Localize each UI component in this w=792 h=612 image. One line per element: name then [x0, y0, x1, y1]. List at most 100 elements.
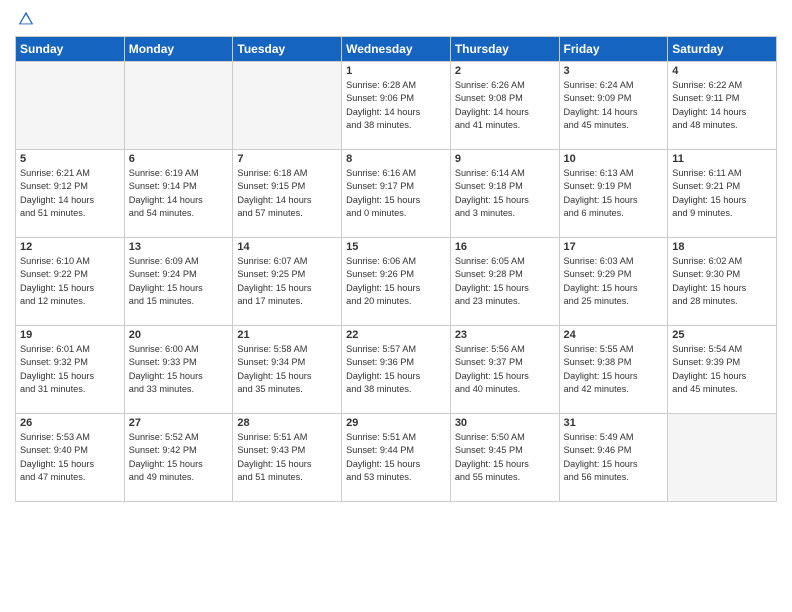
week-row-4: 19 Sunrise: 6:01 AM Sunset: 9:32 PM Dayli… — [16, 326, 777, 414]
column-header-saturday: Saturday — [668, 37, 777, 62]
logo — [15, 10, 35, 28]
day-number: 6 — [129, 153, 229, 165]
day-number: 7 — [237, 153, 337, 165]
day-cell: 2 Sunrise: 6:26 AM Sunset: 9:08 PM Daylig… — [450, 62, 559, 150]
day-cell: 6Sunrise: 6:19 AM Sunset: 9:14 PM Daylig… — [124, 150, 233, 238]
day-detail: Sunrise: 5:53 AM Sunset: 9:40 PM Dayligh… — [20, 431, 120, 484]
day-detail: Sunrise: 6:10 AM Sunset: 9:22 PM Dayligh… — [20, 255, 120, 308]
day-detail: Sunrise: 6:18 AM Sunset: 9:15 PM Dayligh… — [237, 167, 337, 220]
day-number: 13 — [129, 241, 229, 253]
day-number: 15 — [346, 241, 446, 253]
day-cell: 12 Sunrise: 6:10 AM Sunset: 9:22 PM Dayli… — [16, 238, 125, 326]
day-detail: Sunrise: 6:26 AM Sunset: 9:08 PM Dayligh… — [455, 79, 555, 132]
day-detail: Sunrise: 6:03 AM Sunset: 9:29 PM Dayligh… — [564, 255, 664, 308]
day-detail: Sunrise: 5:57 AM Sunset: 9:36 PM Dayligh… — [346, 343, 446, 396]
day-detail: Sunrise: 5:49 AM Sunset: 9:46 PM Dayligh… — [564, 431, 664, 484]
day-number: 20 — [129, 329, 229, 341]
day-cell: 1 Sunrise: 6:28 AM Sunset: 9:06 PM Daylig… — [342, 62, 451, 150]
page: SundayMondayTuesdayWednesdayThursdayFrid… — [0, 0, 792, 612]
day-number: 21 — [237, 329, 337, 341]
logo-icon — [17, 10, 35, 28]
day-cell: 28 Sunrise: 5:51 AM Sunset: 9:43 PM Dayli… — [233, 414, 342, 502]
column-header-wednesday: Wednesday — [342, 37, 451, 62]
day-cell: 13 Sunrise: 6:09 AM Sunset: 9:24 PM Dayli… — [124, 238, 233, 326]
day-number: 31 — [564, 417, 664, 429]
day-detail: Sunrise: 5:50 AM Sunset: 9:45 PM Dayligh… — [455, 431, 555, 484]
day-number: 25 — [672, 329, 772, 341]
day-number: 27 — [129, 417, 229, 429]
week-row-2: 5Sunrise: 6:21 AM Sunset: 9:12 PM Daylig… — [16, 150, 777, 238]
day-number: 28 — [237, 417, 337, 429]
day-cell: 22 Sunrise: 5:57 AM Sunset: 9:36 PM Dayli… — [342, 326, 451, 414]
day-number: 8 — [346, 153, 446, 165]
day-cell: 29Sunrise: 5:51 AM Sunset: 9:44 PM Dayli… — [342, 414, 451, 502]
day-cell: 23 Sunrise: 5:56 AM Sunset: 9:37 PM Dayli… — [450, 326, 559, 414]
day-cell: 31 Sunrise: 5:49 AM Sunset: 9:46 PM Dayli… — [559, 414, 668, 502]
day-cell: 16 Sunrise: 6:05 AM Sunset: 9:28 PM Dayli… — [450, 238, 559, 326]
day-number: 23 — [455, 329, 555, 341]
day-detail: Sunrise: 5:55 AM Sunset: 9:38 PM Dayligh… — [564, 343, 664, 396]
day-cell: 27 Sunrise: 5:52 AM Sunset: 9:42 PM Dayli… — [124, 414, 233, 502]
day-cell: 14Sunrise: 6:07 AM Sunset: 9:25 PM Dayli… — [233, 238, 342, 326]
column-header-thursday: Thursday — [450, 37, 559, 62]
day-number: 22 — [346, 329, 446, 341]
week-row-5: 26 Sunrise: 5:53 AM Sunset: 9:40 PM Dayli… — [16, 414, 777, 502]
day-detail: Sunrise: 6:16 AM Sunset: 9:17 PM Dayligh… — [346, 167, 446, 220]
day-detail: Sunrise: 6:06 AM Sunset: 9:26 PM Dayligh… — [346, 255, 446, 308]
day-cell: 9 Sunrise: 6:14 AM Sunset: 9:18 PM Daylig… — [450, 150, 559, 238]
day-detail: Sunrise: 5:54 AM Sunset: 9:39 PM Dayligh… — [672, 343, 772, 396]
day-detail: Sunrise: 6:11 AM Sunset: 9:21 PM Dayligh… — [672, 167, 772, 220]
day-detail: Sunrise: 6:14 AM Sunset: 9:18 PM Dayligh… — [455, 167, 555, 220]
day-cell: 8 Sunrise: 6:16 AM Sunset: 9:17 PM Daylig… — [342, 150, 451, 238]
column-header-friday: Friday — [559, 37, 668, 62]
day-detail: Sunrise: 5:51 AM Sunset: 9:43 PM Dayligh… — [237, 431, 337, 484]
day-detail: Sunrise: 6:05 AM Sunset: 9:28 PM Dayligh… — [455, 255, 555, 308]
day-detail: Sunrise: 6:24 AM Sunset: 9:09 PM Dayligh… — [564, 79, 664, 132]
day-detail: Sunrise: 6:01 AM Sunset: 9:32 PM Dayligh… — [20, 343, 120, 396]
day-number: 18 — [672, 241, 772, 253]
day-detail: Sunrise: 5:58 AM Sunset: 9:34 PM Dayligh… — [237, 343, 337, 396]
day-number: 3 — [564, 65, 664, 77]
day-number: 16 — [455, 241, 555, 253]
day-cell: 25 Sunrise: 5:54 AM Sunset: 9:39 PM Dayli… — [668, 326, 777, 414]
day-cell: 11 Sunrise: 6:11 AM Sunset: 9:21 PM Dayli… — [668, 150, 777, 238]
day-number: 26 — [20, 417, 120, 429]
day-cell: 19 Sunrise: 6:01 AM Sunset: 9:32 PM Dayli… — [16, 326, 125, 414]
day-cell: 3 Sunrise: 6:24 AM Sunset: 9:09 PM Daylig… — [559, 62, 668, 150]
week-row-3: 12 Sunrise: 6:10 AM Sunset: 9:22 PM Dayli… — [16, 238, 777, 326]
header — [15, 10, 777, 28]
day-cell: 15 Sunrise: 6:06 AM Sunset: 9:26 PM Dayli… — [342, 238, 451, 326]
day-detail: Sunrise: 6:07 AM Sunset: 9:25 PM Dayligh… — [237, 255, 337, 308]
day-detail: Sunrise: 6:28 AM Sunset: 9:06 PM Dayligh… — [346, 79, 446, 132]
day-number: 5 — [20, 153, 120, 165]
day-cell: 10Sunrise: 6:13 AM Sunset: 9:19 PM Dayli… — [559, 150, 668, 238]
day-detail: Sunrise: 6:00 AM Sunset: 9:33 PM Dayligh… — [129, 343, 229, 396]
week-row-1: 1 Sunrise: 6:28 AM Sunset: 9:06 PM Daylig… — [16, 62, 777, 150]
day-number: 19 — [20, 329, 120, 341]
day-number: 24 — [564, 329, 664, 341]
day-detail: Sunrise: 6:09 AM Sunset: 9:24 PM Dayligh… — [129, 255, 229, 308]
day-cell — [16, 62, 125, 150]
column-header-sunday: Sunday — [16, 37, 125, 62]
day-cell: 7 Sunrise: 6:18 AM Sunset: 9:15 PM Daylig… — [233, 150, 342, 238]
day-number: 11 — [672, 153, 772, 165]
day-number: 2 — [455, 65, 555, 77]
day-number: 9 — [455, 153, 555, 165]
day-detail: Sunrise: 5:56 AM Sunset: 9:37 PM Dayligh… — [455, 343, 555, 396]
header-row: SundayMondayTuesdayWednesdayThursdayFrid… — [16, 37, 777, 62]
day-detail: Sunrise: 6:13 AM Sunset: 9:19 PM Dayligh… — [564, 167, 664, 220]
column-header-tuesday: Tuesday — [233, 37, 342, 62]
day-cell: 21 Sunrise: 5:58 AM Sunset: 9:34 PM Dayli… — [233, 326, 342, 414]
day-cell: 17Sunrise: 6:03 AM Sunset: 9:29 PM Dayli… — [559, 238, 668, 326]
day-number: 30 — [455, 417, 555, 429]
day-cell: 4Sunrise: 6:22 AM Sunset: 9:11 PM Daylig… — [668, 62, 777, 150]
day-cell: 20 Sunrise: 6:00 AM Sunset: 9:33 PM Dayli… — [124, 326, 233, 414]
day-cell: 30 Sunrise: 5:50 AM Sunset: 9:45 PM Dayli… — [450, 414, 559, 502]
day-detail: Sunrise: 5:52 AM Sunset: 9:42 PM Dayligh… — [129, 431, 229, 484]
day-number: 1 — [346, 65, 446, 77]
day-number: 12 — [20, 241, 120, 253]
calendar: SundayMondayTuesdayWednesdayThursdayFrid… — [15, 36, 777, 502]
day-detail: Sunrise: 6:22 AM Sunset: 9:11 PM Dayligh… — [672, 79, 772, 132]
day-cell — [124, 62, 233, 150]
day-number: 29 — [346, 417, 446, 429]
